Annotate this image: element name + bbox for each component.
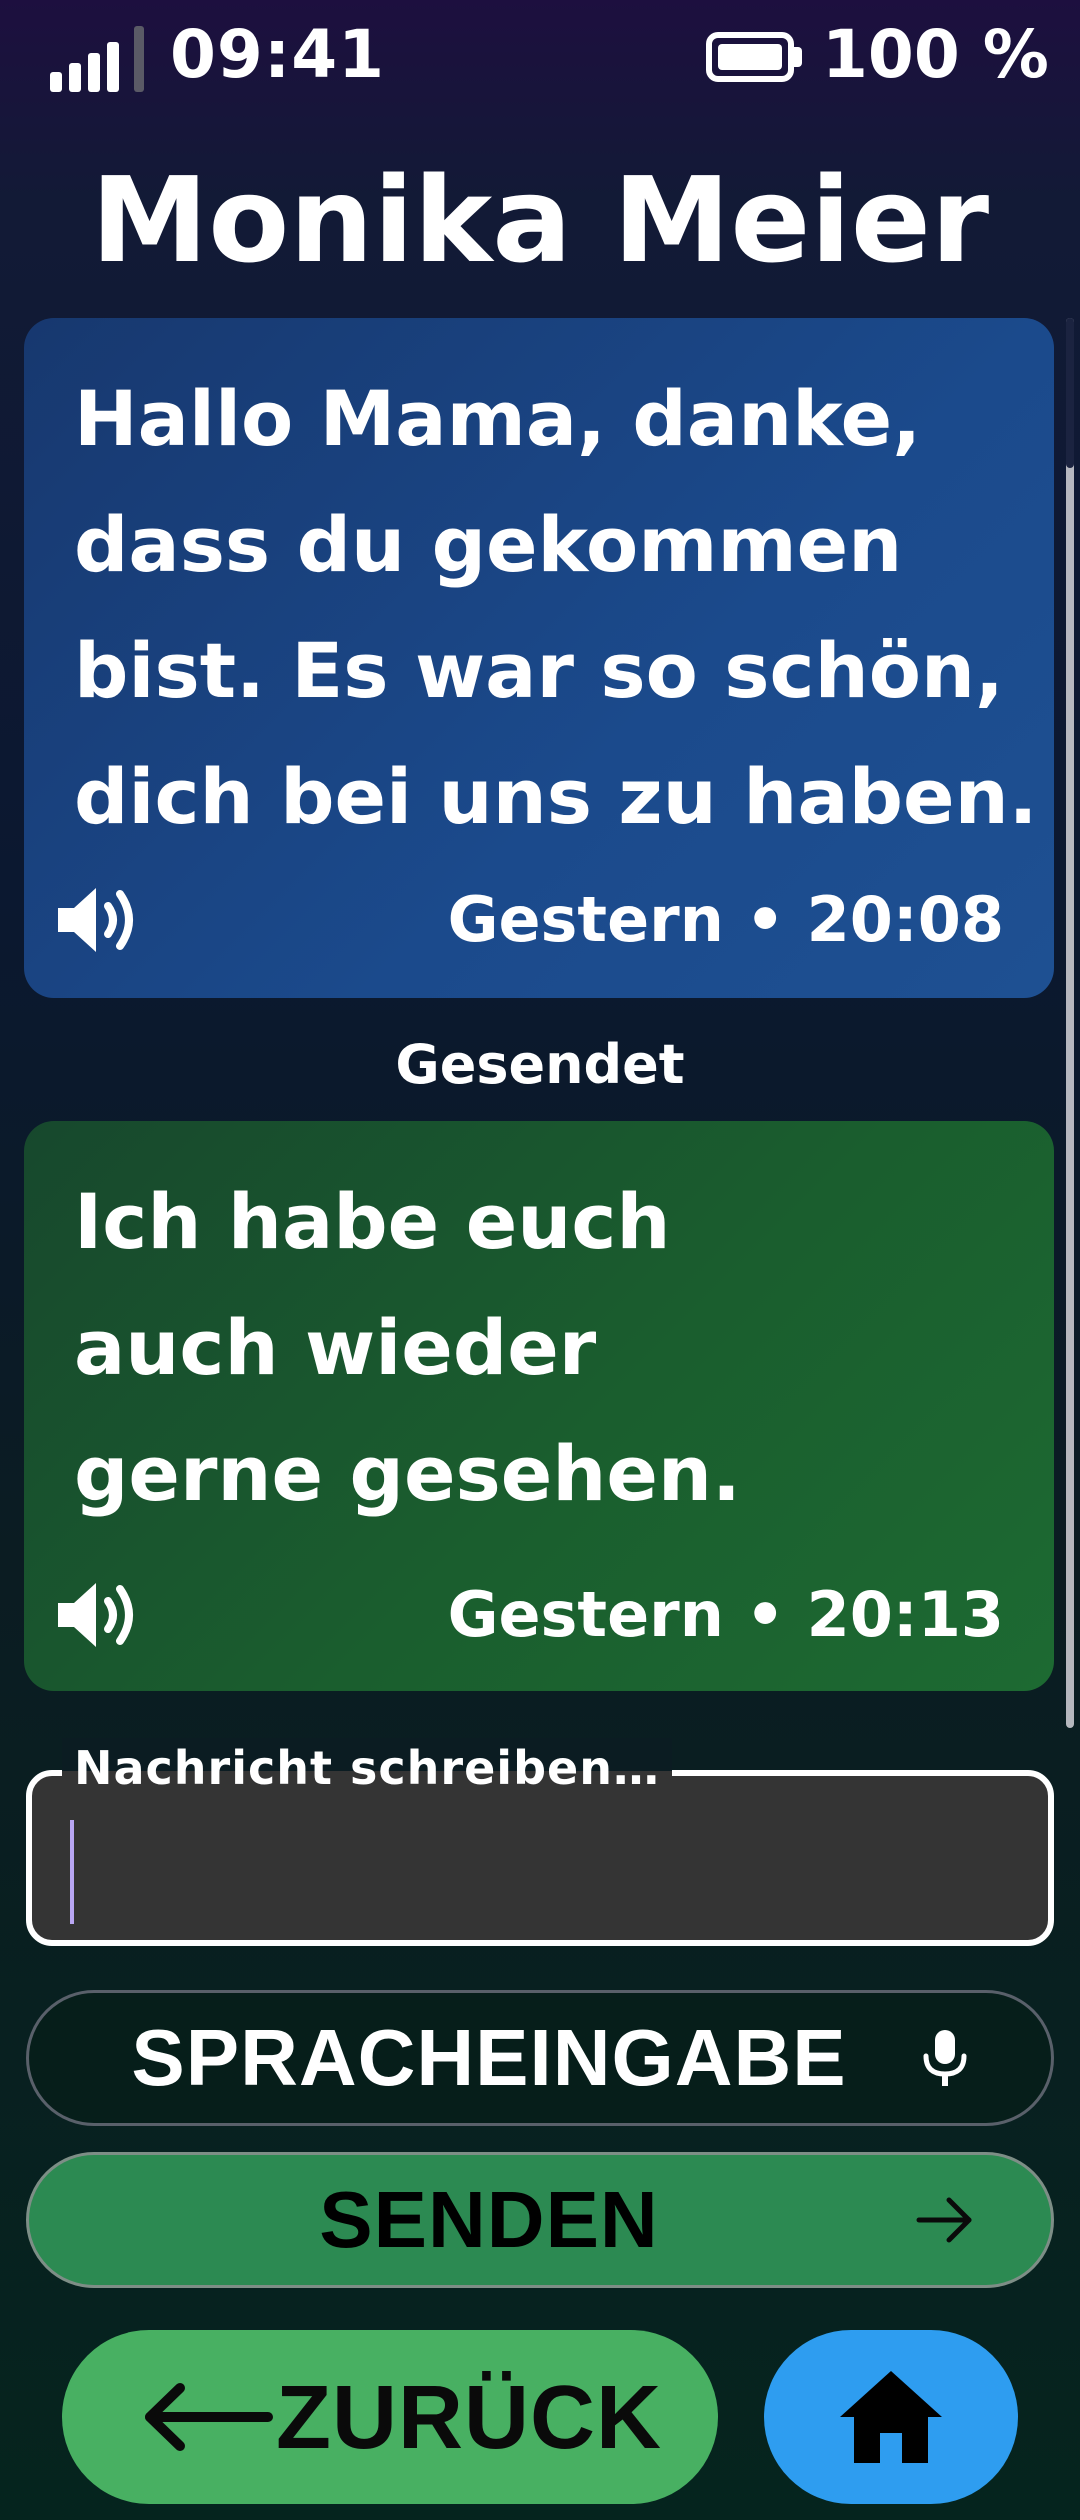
back-button[interactable]: ZURÜCK: [62, 2330, 718, 2504]
message-bubble-received: Hallo Mama, danke, dass du gekommen bist…: [24, 318, 1054, 998]
message-input[interactable]: [62, 1816, 1022, 1906]
arrow-left-icon: [145, 2383, 273, 2451]
scrollbar-thumb[interactable]: [1066, 318, 1074, 468]
speaker-icon[interactable]: [52, 1575, 142, 1655]
message-timestamp: Gestern • 20:13: [447, 1578, 1004, 1651]
status-bar: 09:41 100 %: [0, 0, 1080, 112]
compose-label: Nachricht schreiben…: [62, 1738, 672, 1798]
microphone-icon: [923, 2030, 967, 2086]
message-text: Hallo Mama, danke, dass du gekommen bist…: [74, 374, 1038, 841]
send-button[interactable]: SENDEN: [26, 2152, 1054, 2288]
contact-name: Monika Meier: [90, 151, 990, 289]
text-caret: [70, 1820, 74, 1924]
speaker-icon[interactable]: [52, 880, 142, 960]
home-button[interactable]: [764, 2330, 1018, 2504]
message-timestamp: Gestern • 20:08: [447, 883, 1004, 956]
status-time: 09:41: [170, 16, 386, 93]
battery-percent: 100 %: [822, 16, 1049, 93]
battery-icon: [706, 32, 802, 82]
voice-input-button[interactable]: SPRACHEINGABE: [26, 1990, 1054, 2126]
message-list[interactable]: Hallo Mama, danke, dass du gekommen bist…: [0, 318, 1080, 1728]
back-label: ZURÜCK: [276, 2368, 662, 2468]
arrow-right-icon: [916, 2197, 972, 2243]
message-bubble-sent: Ich habe euch auch wieder gerne gesehen.…: [24, 1121, 1054, 1691]
scrollbar[interactable]: [1066, 318, 1074, 1728]
signal-icon: [50, 22, 150, 92]
send-label: SENDEN: [319, 2175, 659, 2264]
voice-input-label: SPRACHEINGABE: [131, 2013, 847, 2102]
message-text: Ich habe euch auch wieder gerne gesehen.: [74, 1177, 741, 1518]
message-compose-field[interactable]: Nachricht schreiben…: [26, 1738, 1054, 1946]
home-icon: [840, 2371, 942, 2463]
delivery-status: Gesendet: [395, 1033, 685, 1096]
